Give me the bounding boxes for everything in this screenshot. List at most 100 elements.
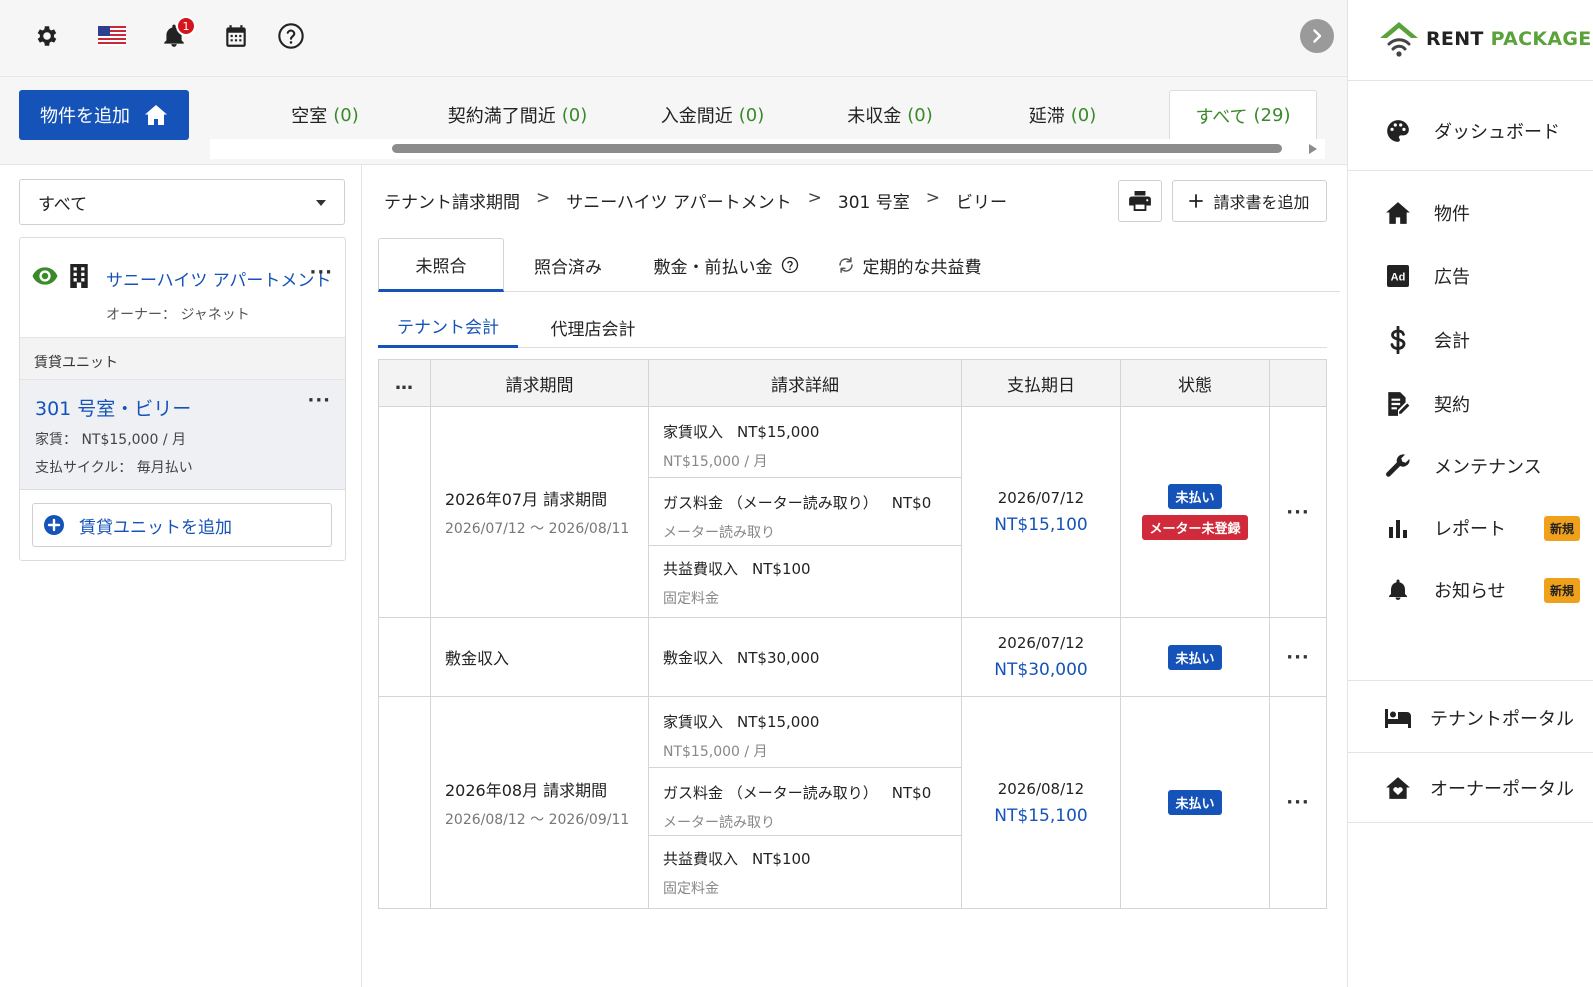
add-invoice-button[interactable]: 請求書を追加 [1172, 180, 1327, 222]
detail-line: 共益費収入 NT$100 固定料金 [663, 850, 811, 897]
detail-line: ガス料金 （メーター読み取り） NT$0 メーター読み取り [649, 478, 961, 546]
row-more-menu[interactable]: ··· [1286, 792, 1310, 813]
breadcrumb-separator: > [925, 188, 940, 208]
add-property-button[interactable]: 物件を追加 [19, 90, 189, 140]
table-header: … 請求期間 請求詳細 支払期日 状態 [379, 360, 1326, 407]
breadcrumb-item[interactable]: テナント請求期間 [384, 188, 520, 213]
accounting-tabs: テナント会計 代理店会計 [378, 306, 1327, 348]
status-badge-meter-unregistered: メーター未登録 [1142, 515, 1248, 540]
nav-advertising[interactable]: Ad 広告 [1384, 258, 1584, 294]
status-tab-overdue[interactable]: 延滞 (0) [1015, 90, 1110, 140]
calendar-icon[interactable] [220, 20, 252, 52]
status-tab-payment-due[interactable]: 入金間近 (0) [650, 90, 775, 140]
reconcile-tabs: 未照合 照合済み 敷金・前払い金 定期的な共益費 [378, 238, 1340, 292]
billing-range: 2026/07/12 ～ 2026/08/11 [445, 521, 630, 537]
status-tab-all[interactable]: すべて (29) [1169, 90, 1317, 140]
column-header-status: 状態 [1121, 360, 1270, 406]
status-badge-unpaid: 未払い [1168, 790, 1222, 815]
tab-unreconciled[interactable]: 未照合 [378, 238, 504, 292]
nav-notifications[interactable]: お知らせ 新規 [1384, 572, 1584, 608]
visible-eye-icon[interactable] [32, 266, 58, 286]
column-menu[interactable]: … [379, 360, 431, 406]
property-name-link[interactable]: サニーハイツ アパートメント [106, 266, 331, 291]
due-date: 2026/08/12 [997, 779, 1085, 798]
caret-down-icon [316, 200, 326, 206]
column-header-due-date: 支払期日 [962, 360, 1121, 406]
breadcrumb-item[interactable]: サニーハイツ アパートメント [566, 188, 791, 213]
detail-line: 家賃収入 NT$15,000 NT$15,000 / 月 [649, 697, 961, 768]
notification-bell-icon[interactable]: 1 [158, 16, 196, 52]
tab-recurring-fees[interactable]: 定期的な共益費 [824, 238, 994, 292]
print-button[interactable] [1118, 180, 1162, 222]
rent-package-logo[interactable]: RENT PACKAGE [1378, 20, 1592, 58]
status-tab-vacant[interactable]: 空室 (0) [280, 90, 370, 140]
due-date: 2026/07/12 [997, 634, 1085, 652]
help-question-icon[interactable] [781, 256, 799, 274]
ad-icon: Ad [1384, 262, 1412, 290]
due-date: 2026/07/12 [997, 489, 1085, 507]
property-header: サニーハイツ アパートメント ··· オーナー： ジャネット [20, 238, 345, 338]
row-more-menu[interactable]: ··· [1286, 647, 1310, 668]
billing-period: 2026年07月 請求期間 [445, 490, 608, 509]
billing-range: 2026/08/12 ～ 2026/09/11 [445, 811, 630, 828]
collapse-sidebar-button[interactable] [1300, 19, 1334, 53]
tab-reconciled[interactable]: 照合済み [508, 238, 628, 292]
status-badge-unpaid: 未払い [1168, 644, 1222, 670]
tab-scrollbar-thumb[interactable] [392, 144, 1282, 153]
tab-tenant-accounting[interactable]: テナント会計 [378, 306, 518, 348]
new-badge: 新規 [1543, 515, 1580, 541]
unit-more-menu[interactable]: ··· [307, 390, 331, 411]
help-question-icon[interactable] [275, 20, 307, 52]
refresh-icon [838, 257, 853, 273]
bed-icon [1384, 704, 1412, 732]
notification-count-badge: 1 [176, 16, 196, 36]
due-amount-link[interactable]: NT$30,000 [994, 660, 1087, 680]
palette-icon [1384, 117, 1412, 145]
nav-properties[interactable]: 物件 [1384, 195, 1584, 231]
nav-owner-portal[interactable]: オーナーポータル [1384, 770, 1584, 806]
wifi-roof-logo-icon [1380, 22, 1418, 57]
add-unit-button[interactable]: 賃貸ユニットを追加 [32, 503, 332, 547]
nav-tenant-portal[interactable]: テナントポータル [1384, 700, 1584, 736]
unit-item[interactable]: 301 号室・ビリー ··· 家賃： NT$15,000 / 月 支払サイクル：… [20, 380, 345, 490]
breadcrumb-item: ビリー [956, 193, 1007, 213]
nav-reports[interactable]: レポート 新規 [1384, 510, 1584, 546]
property-filter-select[interactable]: すべて [19, 179, 345, 225]
tab-agency-accounting[interactable]: 代理店会計 [528, 306, 658, 348]
main-navigation-sidebar: RENT PACKAGE ダッシュボード 物件 Ad 広告 会計 契約 メンテナ… [1347, 0, 1593, 987]
status-tab-expiring[interactable]: 契約満了間近 (0) [440, 90, 595, 140]
dollar-icon [1384, 326, 1412, 354]
printer-icon [1129, 191, 1151, 211]
svg-text:Ad: Ad [1391, 272, 1406, 284]
nav-dashboard[interactable]: ダッシュボード [1384, 113, 1584, 149]
nav-maintenance[interactable]: メンテナンス [1384, 448, 1584, 484]
unit-payment-cycle: 支払サイクル： 毎月払い [35, 460, 193, 476]
column-header-period: 請求期間 [431, 360, 649, 406]
billing-period: 2026年08月 請求期間 [445, 780, 608, 800]
nav-accounting[interactable]: 会計 [1384, 322, 1584, 358]
top-bar: 1 [0, 0, 1347, 77]
wrench-icon [1384, 452, 1412, 480]
due-amount-link[interactable]: NT$15,100 [994, 515, 1087, 535]
plus-circle-icon [44, 515, 64, 535]
scroll-right-arrow-icon[interactable] [1309, 144, 1317, 154]
row-more-menu[interactable]: ··· [1286, 502, 1310, 523]
tab-scrollbar[interactable] [210, 139, 1325, 159]
property-more-menu[interactable]: ··· [309, 262, 333, 283]
status-badge-unpaid: 未払い [1168, 484, 1222, 509]
status-tab-unpaid[interactable]: 未収金 (0) [835, 90, 945, 140]
table-row: 敷金収入 敷金収入 NT$30,000 2026/07/12 NT$30,000 … [379, 618, 1326, 697]
units-section-label: 賃貸ユニット [20, 338, 345, 380]
breadcrumb-separator: > [536, 188, 551, 208]
nav-contracts[interactable]: 契約 [1384, 386, 1584, 422]
table-row: 2026年07月 請求期間 2026/07/12 ～ 2026/08/11 家賃… [379, 407, 1326, 618]
table-row: 2026年08月 請求期間 2026/08/12 ～ 2026/09/11 家賃… [379, 697, 1326, 908]
tab-deposits-prepayments[interactable]: 敷金・前払い金 [646, 238, 806, 292]
us-flag-icon[interactable] [96, 20, 128, 52]
due-amount-link[interactable]: NT$15,100 [994, 806, 1087, 826]
settings-gear-icon[interactable] [31, 20, 63, 52]
breadcrumb-separator: > [807, 188, 822, 208]
unit-name-link[interactable]: 301 号室・ビリー [35, 394, 330, 421]
billing-period: 敷金収入 [445, 649, 510, 668]
breadcrumb-item[interactable]: 301 号室 [838, 188, 910, 213]
